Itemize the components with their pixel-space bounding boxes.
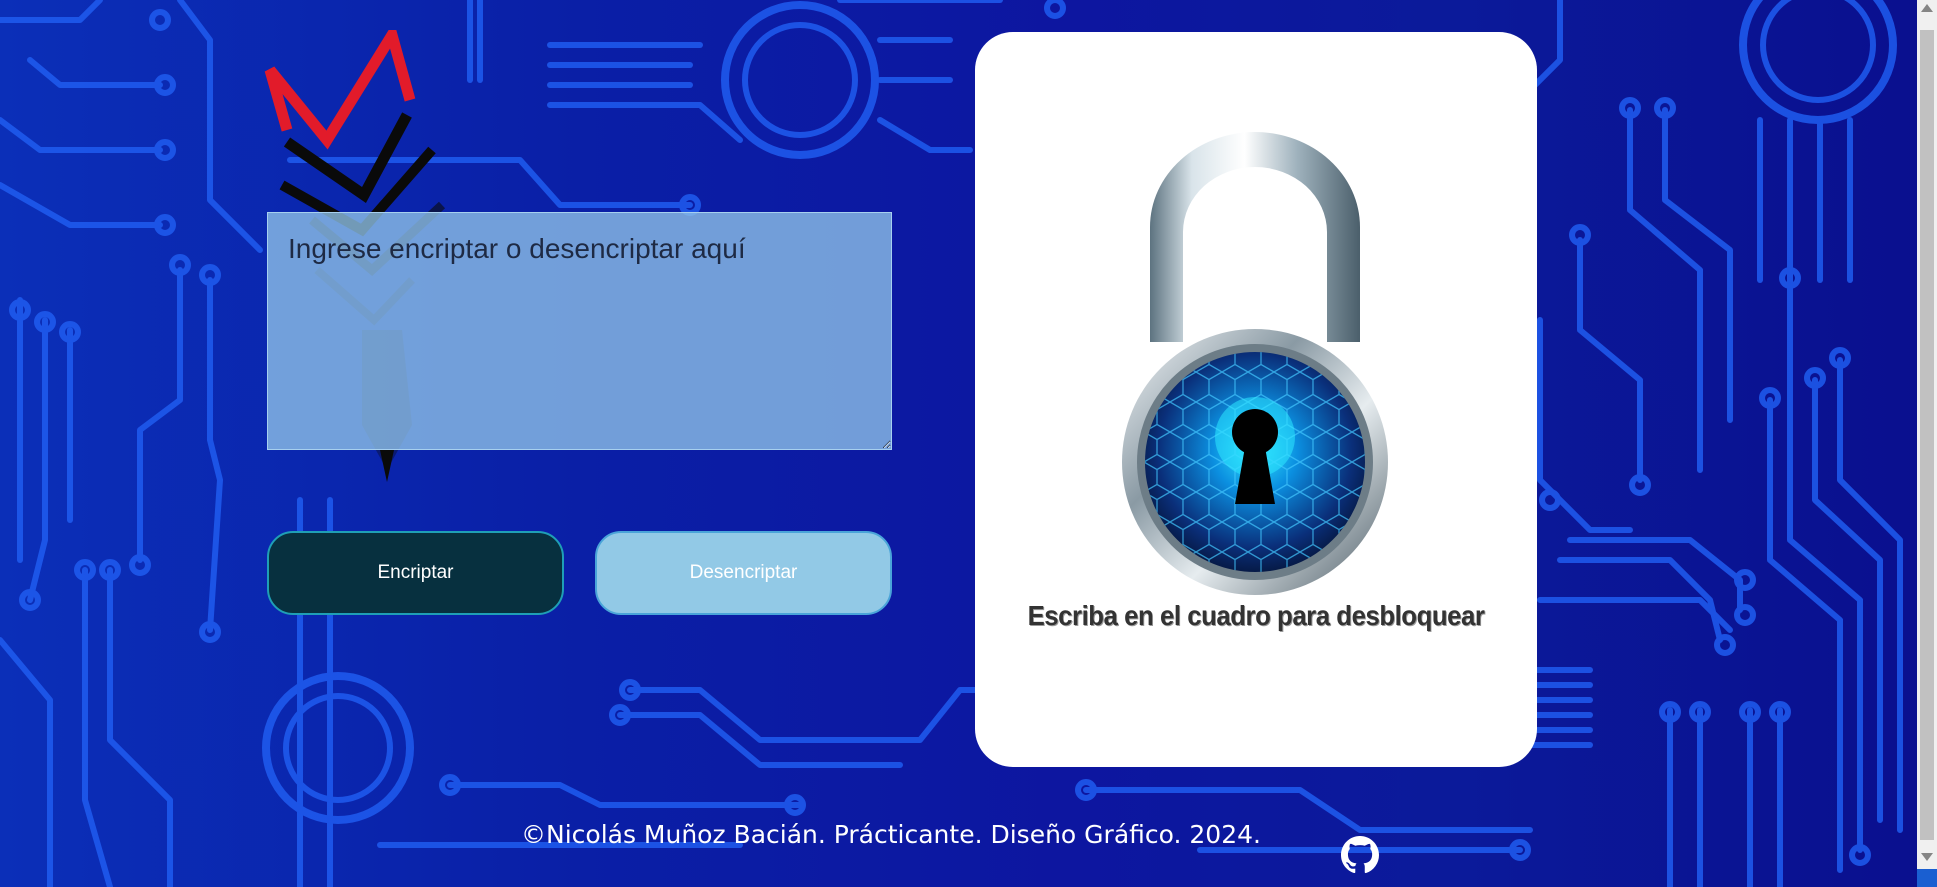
footer-copyright: ©Nicolás Muñoz Bacián. Prácticante. Dise… [521,820,1261,849]
text-input[interactable] [267,212,892,450]
scroll-down-arrow-icon[interactable] [1921,853,1933,861]
output-card: Escriba en el cuadro para desbloquear [975,32,1537,767]
padlock-icon [1122,132,1388,595]
decrypt-button[interactable]: Desencriptar [595,531,892,615]
encrypt-button-label: Encriptar [377,562,454,583]
scrollbar-thumb[interactable] [1920,30,1934,840]
scroll-corner [1917,869,1937,887]
scroll-up-arrow-icon[interactable] [1921,4,1933,12]
page-scrollbar[interactable] [1917,0,1937,887]
github-icon[interactable] [1341,836,1379,874]
encrypt-button[interactable]: Encriptar [267,531,564,615]
decrypt-button-label: Desencriptar [689,562,798,583]
unlock-message: Escriba en el cuadro para desbloquear [1027,600,1485,631]
